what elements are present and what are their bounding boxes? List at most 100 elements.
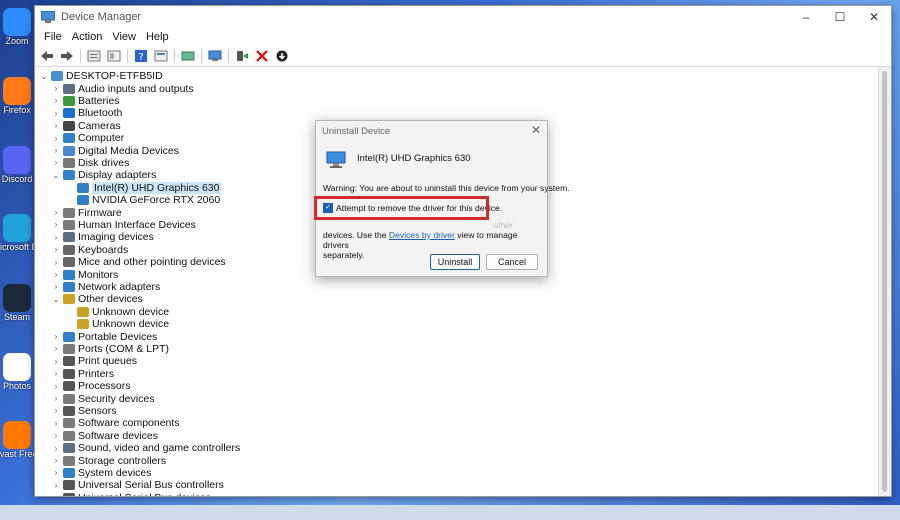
desktop-icon-edge[interactable]: icrosoft Edge <box>0 214 34 252</box>
tree-item-28[interactable]: › Universal Serial Bus controllers <box>51 479 224 491</box>
tree-item-0[interactable]: › Audio inputs and outputs <box>51 82 194 95</box>
tree-child-15-0[interactable]: Unknown device <box>65 306 169 318</box>
tree-item-16[interactable]: › Portable Devices <box>51 330 158 343</box>
chevron-right-icon[interactable]: › <box>51 134 61 143</box>
chevron-right-icon[interactable]: › <box>51 468 61 477</box>
tree-item-10[interactable]: › Imaging devices <box>51 231 154 243</box>
tree-item-9[interactable]: › Human Interface Devices <box>51 219 196 231</box>
chevron-right-icon[interactable]: › <box>51 84 61 93</box>
add-legacy-icon[interactable] <box>207 48 223 64</box>
tree-item-12[interactable]: › Mice and other pointing devices <box>51 256 226 268</box>
tree-item-20[interactable]: › Processors <box>51 380 131 392</box>
chevron-right-icon[interactable]: › <box>51 245 61 254</box>
tree-item-21[interactable]: › Security devices <box>51 392 155 405</box>
tree-item-14[interactable]: › Network adapters <box>51 281 161 293</box>
tree-child-7-1[interactable]: NVIDIA GeForce RTX 2060 <box>65 194 220 206</box>
back-icon[interactable] <box>39 48 55 64</box>
tree-item-7[interactable]: ⌄ Display adapters <box>51 169 157 181</box>
chevron-down-icon[interactable]: ⌄ <box>51 171 61 180</box>
scrollbar-thumb[interactable] <box>882 71 887 492</box>
tree-item-17[interactable]: › Ports (COM & LPT) <box>51 343 169 355</box>
tree-item-13[interactable]: › Monitors <box>51 268 119 281</box>
chevron-right-icon[interactable]: › <box>51 357 61 366</box>
maximize-button[interactable]: ☐ <box>823 6 857 28</box>
tree-item-3[interactable]: › Cameras <box>51 120 121 132</box>
chevron-right-icon[interactable]: › <box>51 406 61 415</box>
menu-help[interactable]: Help <box>141 31 174 43</box>
device-category-icon <box>63 157 75 168</box>
chevron-right-icon[interactable]: › <box>51 233 61 242</box>
chevron-right-icon[interactable]: › <box>51 369 61 378</box>
tree-item-5[interactable]: › Digital Media Devices <box>51 144 179 157</box>
chevron-right-icon[interactable]: › <box>51 220 61 229</box>
tree-item-8[interactable]: › Firmware <box>51 206 122 219</box>
properties-icon[interactable] <box>86 48 102 64</box>
device-category-icon <box>63 294 75 305</box>
chevron-right-icon[interactable]: › <box>51 96 61 105</box>
show-hidden-icon[interactable] <box>106 48 122 64</box>
tree-item-4[interactable]: › Computer <box>51 132 124 144</box>
tree-child-15-1[interactable]: Unknown device <box>65 318 169 330</box>
title-bar[interactable]: Device Manager – ☐ ✕ <box>35 6 891 28</box>
menu-view[interactable]: View <box>107 31 141 43</box>
tree-item-23[interactable]: › Software components <box>51 417 180 429</box>
chevron-right-icon[interactable]: › <box>51 419 61 428</box>
menu-action[interactable]: Action <box>67 31 108 43</box>
chevron-right-icon[interactable]: › <box>51 258 61 267</box>
tree-item-1[interactable]: › Batteries <box>51 95 120 107</box>
uninstall-device-icon[interactable] <box>254 48 270 64</box>
devices-by-driver-link[interactable]: Devices by driver <box>389 230 455 240</box>
menu-file[interactable]: File <box>39 31 67 43</box>
update-driver-icon[interactable] <box>180 48 196 64</box>
chevron-right-icon[interactable]: › <box>51 382 61 391</box>
chevron-right-icon[interactable]: › <box>51 146 61 155</box>
close-button[interactable]: ✕ <box>857 6 891 28</box>
tree-child-7-0[interactable]: Intel(R) UHD Graphics 630 <box>65 181 222 194</box>
vertical-scrollbar[interactable] <box>878 67 891 496</box>
tree-item-25[interactable]: › Sound, video and game controllers <box>51 442 241 454</box>
chevron-right-icon[interactable]: › <box>51 109 61 118</box>
tree-item-24[interactable]: › Software devices <box>51 430 158 442</box>
chevron-right-icon[interactable]: › <box>51 481 61 490</box>
chevron-down-icon[interactable]: ⌄ <box>39 72 49 81</box>
tree-item-2[interactable]: › Bluetooth <box>51 107 123 119</box>
enable-device-icon[interactable] <box>234 48 250 64</box>
chevron-right-icon[interactable]: › <box>51 394 61 403</box>
minimize-button[interactable]: – <box>789 6 823 28</box>
forward-icon[interactable] <box>59 48 75 64</box>
tree-item-29[interactable]: › Universal Serial Bus devices <box>51 492 211 496</box>
cancel-button[interactable]: Cancel <box>486 254 538 270</box>
chevron-right-icon[interactable]: › <box>51 456 61 465</box>
tree-item-19[interactable]: › Printers <box>51 368 115 380</box>
chevron-right-icon[interactable]: › <box>51 270 61 279</box>
tree-root[interactable]: ⌄ DESKTOP-ETFB5ID <box>39 70 163 82</box>
tree-item-22[interactable]: › Sensors <box>51 405 117 417</box>
chevron-right-icon[interactable]: › <box>51 444 61 453</box>
tree-item-18[interactable]: › Print queues <box>51 355 137 367</box>
desktop-icon-firefox[interactable]: Firefox <box>0 77 34 115</box>
dialog-close-button[interactable]: ✕ <box>531 123 541 137</box>
tree-item-26[interactable]: › Storage controllers <box>51 454 166 467</box>
tree-item-11[interactable]: › Keyboards <box>51 244 129 256</box>
desktop-icon-avast[interactable]: vast Free ntivirus <box>0 421 34 459</box>
tree-item-6[interactable]: › Disk drives <box>51 157 130 169</box>
chevron-right-icon[interactable]: › <box>51 282 61 291</box>
chevron-right-icon[interactable]: › <box>51 493 61 496</box>
chevron-right-icon[interactable]: › <box>51 332 61 341</box>
chevron-right-icon[interactable]: › <box>51 431 61 440</box>
desktop-icon-steam[interactable]: Steam <box>0 284 34 322</box>
download-icon[interactable] <box>274 48 290 64</box>
help-icon[interactable]: ? <box>133 48 149 64</box>
tree-item-15[interactable]: ⌄ Other devices <box>51 293 143 305</box>
desktop-icon-photos[interactable]: Photos <box>0 353 34 391</box>
chevron-right-icon[interactable]: › <box>51 344 61 353</box>
scan-changes-icon[interactable] <box>153 48 169 64</box>
chevron-right-icon[interactable]: › <box>51 208 61 217</box>
chevron-down-icon[interactable]: ⌄ <box>51 295 61 304</box>
desktop-icon-discord[interactable]: Discord <box>0 146 34 184</box>
desktop-icon-zoom[interactable]: Zoom <box>0 8 34 46</box>
chevron-right-icon[interactable]: › <box>51 121 61 130</box>
chevron-right-icon[interactable]: › <box>51 158 61 167</box>
tree-item-27[interactable]: › System devices <box>51 467 152 479</box>
uninstall-button[interactable]: Uninstall <box>430 254 480 270</box>
